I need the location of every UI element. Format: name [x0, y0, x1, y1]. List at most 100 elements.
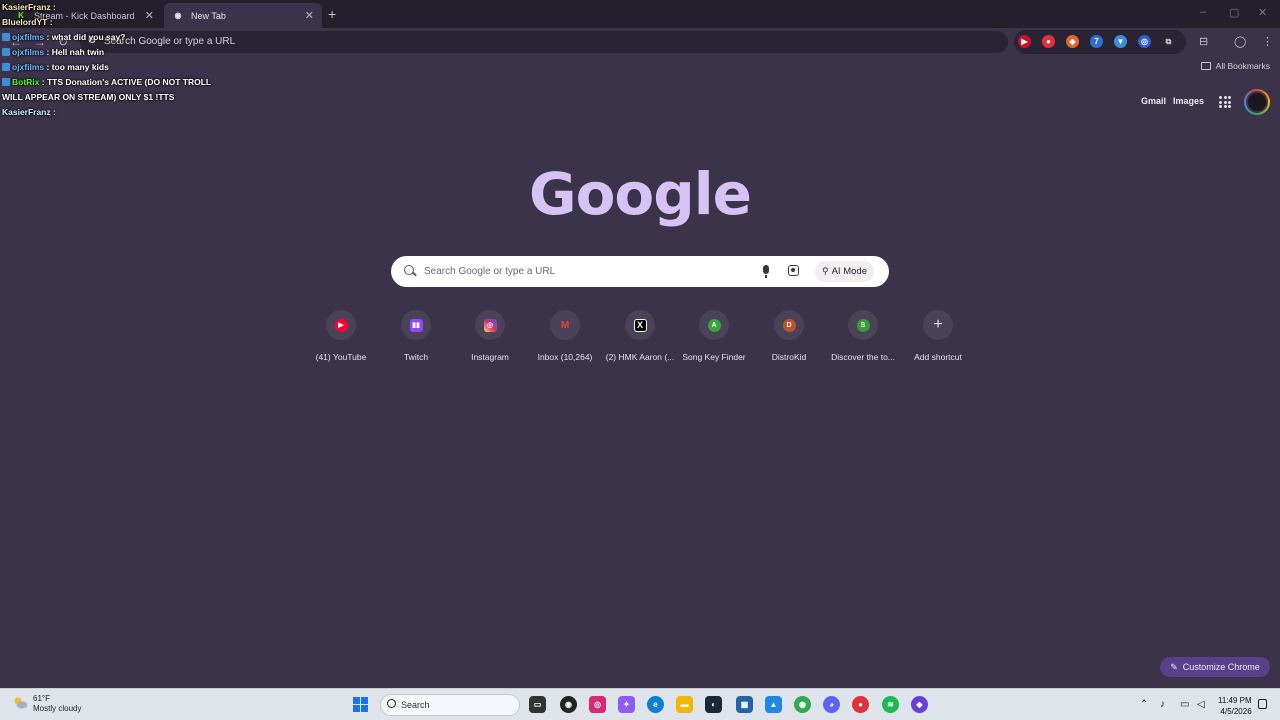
app-icon[interactable]: ●: [852, 696, 869, 713]
shortcut-gmail[interactable]: M Inbox (10,264): [525, 310, 605, 362]
maximize-button[interactable]: ▢: [1229, 6, 1239, 19]
shortcut-label: Inbox (10,264): [537, 352, 593, 362]
task-view-icon[interactable]: ▭: [529, 696, 546, 713]
chat-username: ojxfilms: [12, 47, 45, 57]
chat-badge-icon: [2, 63, 10, 71]
close-icon[interactable]: ✕: [305, 9, 314, 22]
steam-icon[interactable]: ◐: [705, 696, 722, 713]
network-icon[interactable]: ▭: [1180, 699, 1189, 710]
notification-icon[interactable]: [1258, 699, 1267, 709]
extension-icon[interactable]: 7: [1090, 35, 1103, 48]
chat-line: BotRix : TTS Donation's ACTIVE (DO NOT T…: [2, 75, 242, 90]
windows-start-icon[interactable]: [353, 697, 368, 712]
chat-badge-icon: [2, 78, 10, 86]
edge-icon[interactable]: e: [647, 696, 664, 713]
microphone-icon[interactable]: [763, 265, 769, 278]
folder-icon: [1200, 62, 1211, 70]
chat-username: BotRix: [12, 77, 40, 87]
profile-icon[interactable]: ◯: [1234, 35, 1246, 48]
shortcut-twitch[interactable]: ▮▮ Twitch: [376, 310, 456, 362]
tab-search-icon[interactable]: ⊟: [1199, 35, 1208, 48]
close-window-button[interactable]: ✕: [1258, 6, 1267, 19]
new-tab-button[interactable]: +: [328, 6, 336, 22]
instagram-app-icon[interactable]: ◎: [589, 696, 606, 713]
shortcut-discover[interactable]: S Discover the to...: [823, 310, 903, 362]
taskbar-search-label: Search: [401, 700, 430, 710]
volume-icon[interactable]: ◁: [1197, 699, 1205, 710]
plus-icon: +: [933, 316, 943, 333]
obs-icon[interactable]: ◉: [560, 696, 577, 713]
chat-username: BluelordYT: [2, 17, 48, 27]
minimize-button[interactable]: –: [1200, 6, 1206, 18]
all-bookmarks-label: All Bookmarks: [1215, 61, 1270, 71]
pencil-icon: ✎: [1170, 661, 1178, 672]
system-clock[interactable]: 11:49 PM 4/5/2026: [1218, 695, 1252, 717]
shortcut-label: Twitch: [403, 352, 429, 362]
chat-username: ojxfilms: [12, 62, 45, 72]
extension-icon[interactable]: ▶: [1018, 35, 1031, 48]
copilot-icon[interactable]: ✦: [618, 696, 635, 713]
extension-icon[interactable]: ●: [1042, 35, 1055, 48]
shortcut-song-key-finder[interactable]: A Song Key Finder: [674, 310, 754, 362]
chat-message: TTS Donation's ACTIVE (DO NOT TROLL: [46, 77, 212, 87]
customize-chrome-button[interactable]: ✎ Customize Chrome: [1160, 657, 1270, 677]
search-box[interactable]: Search Google or type a URL ⚲ AI Mode: [391, 256, 889, 287]
shortcut-instagram[interactable]: ◎ Instagram: [450, 310, 530, 362]
cloudy-icon: [14, 697, 28, 709]
shortcut-youtube[interactable]: ▶ (41) YouTube: [301, 310, 381, 362]
microphone-tray-icon[interactable]: ♪: [1160, 699, 1165, 710]
chat-line: ojxfilms : too many kids: [2, 60, 242, 75]
chat-badge-icon: [2, 48, 10, 56]
chat-username: ojxfilms: [12, 32, 45, 42]
ai-mode-label: AI Mode: [831, 266, 867, 277]
search-icon: [387, 699, 396, 708]
ai-mode-button[interactable]: ⚲ AI Mode: [815, 261, 874, 282]
shortcut-label: (41) YouTube: [315, 352, 367, 362]
ai-search-icon: ⚲: [822, 266, 829, 276]
shortcut-label: Song Key Finder: [682, 352, 746, 362]
chevron-up-icon[interactable]: ⌃: [1140, 699, 1148, 710]
extension-icon[interactable]: ▼: [1114, 35, 1127, 48]
chrome-taskbar-icon[interactable]: ◉: [794, 696, 811, 713]
chat-line: WILL APPEAR ON STREAM) ONLY $1 !TTS: [2, 90, 242, 105]
chat-line: KasierFranz :: [2, 2, 56, 12]
youtube-icon: ▶: [334, 318, 348, 332]
add-shortcut-button[interactable]: + Add shortcut: [898, 310, 978, 362]
menu-icon[interactable]: ⋮: [1262, 35, 1273, 48]
shortcut-label: Instagram: [471, 352, 509, 362]
photos-icon[interactable]: ▲: [765, 696, 782, 713]
file-explorer-icon[interactable]: ▬: [676, 696, 693, 713]
letter-d-icon: D: [782, 318, 796, 332]
chat-message: WILL APPEAR ON STREAM) ONLY $1 !TTS: [2, 92, 175, 102]
images-link[interactable]: Images: [1173, 96, 1204, 106]
chat-message: too many kids: [51, 62, 109, 72]
weather-widget[interactable]: 61°F Mostly cloudy: [12, 694, 81, 714]
google-lens-icon[interactable]: [788, 265, 799, 276]
apps-grid-icon[interactable]: [1219, 96, 1231, 108]
extension-icon[interactable]: ◎: [1138, 35, 1151, 48]
chat-line: ojxfilms : Hell nah twin: [2, 45, 242, 60]
profile-avatar[interactable]: [1244, 89, 1270, 115]
chat-username: KasierFranz: [2, 2, 51, 12]
shortcut-distrokid[interactable]: D DistroKid: [749, 310, 829, 362]
search-placeholder: Search Google or type a URL: [424, 266, 556, 277]
chat-badge-icon: [2, 33, 10, 41]
extension-icon[interactable]: ◆: [1066, 35, 1079, 48]
spotify-icon[interactable]: ≋: [882, 696, 899, 713]
letter-a-icon: A: [707, 318, 721, 332]
letter-s-icon: S: [856, 318, 870, 332]
gmail-icon: M: [560, 319, 570, 331]
chat-message: Hell nah twin: [51, 47, 105, 57]
store-icon[interactable]: ▦: [736, 696, 753, 713]
puzzle-icon[interactable]: ⧉: [1162, 35, 1175, 48]
discord-icon[interactable]: ◕: [823, 696, 840, 713]
weather-desc: Mostly cloudy: [33, 704, 82, 713]
app-icon[interactable]: ◆: [911, 696, 928, 713]
chat-line: KasierFranz :: [2, 107, 56, 117]
taskbar-search[interactable]: Search: [380, 694, 520, 716]
shortcut-x[interactable]: X (2) HMK Aaron (...: [600, 310, 680, 362]
customize-label: Customize Chrome: [1182, 662, 1260, 672]
shortcut-label: Discover the to...: [831, 352, 895, 362]
all-bookmarks-button[interactable]: All Bookmarks: [1200, 61, 1270, 71]
gmail-link[interactable]: Gmail: [1141, 96, 1166, 106]
